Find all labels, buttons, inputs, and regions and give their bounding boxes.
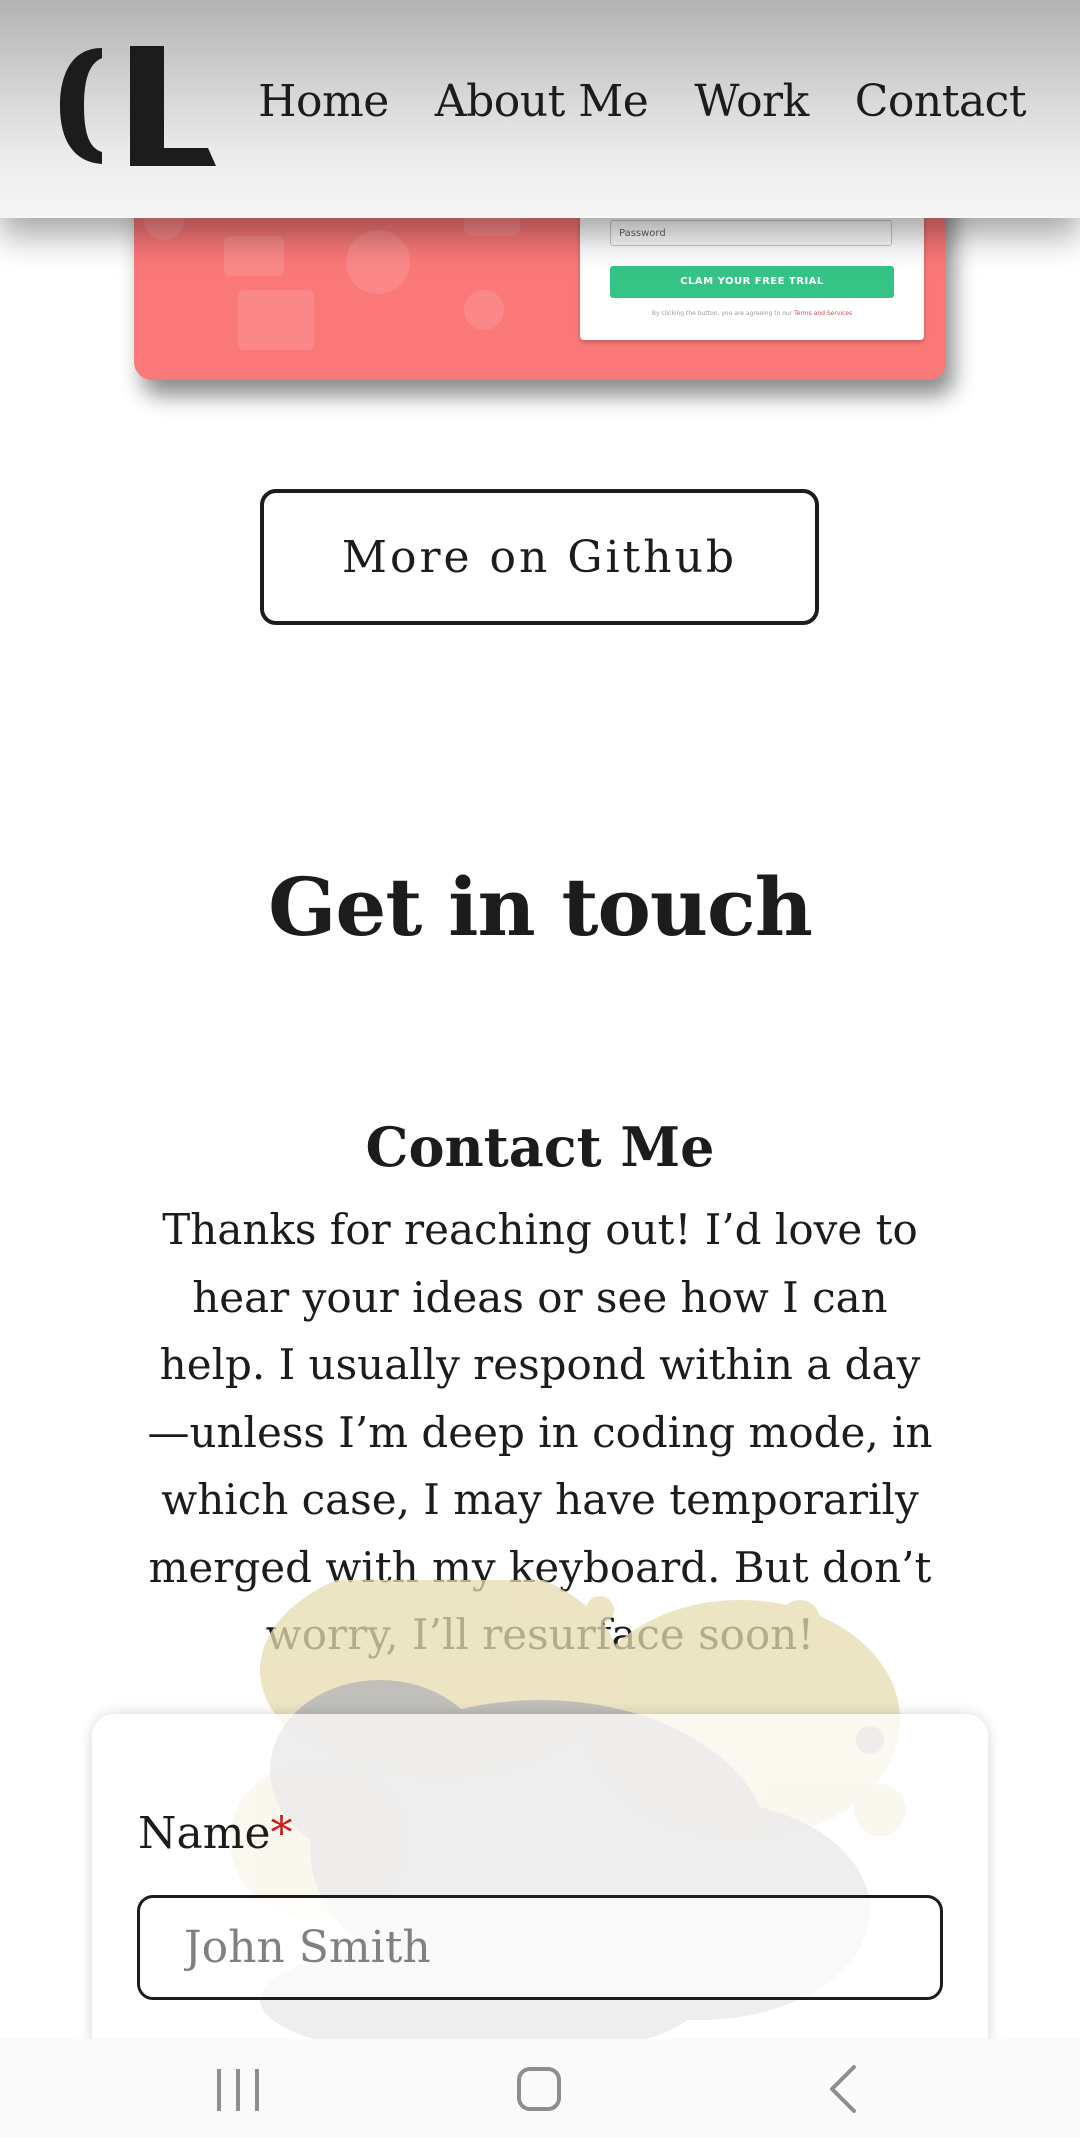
terms-link[interactable]: Terms and Services <box>794 310 852 317</box>
name-label: Name* <box>138 1808 293 1859</box>
main-nav: Home About Me Work Contact <box>258 76 1026 127</box>
logo-icon[interactable] <box>58 42 216 168</box>
decorative-shape <box>238 290 314 350</box>
contact-heading: Contact Me <box>365 1115 715 1179</box>
decorative-shape <box>224 236 284 276</box>
name-label-text: Name <box>138 1808 271 1859</box>
section-title: Get in touch <box>268 860 813 954</box>
required-mark: * <box>270 1808 293 1859</box>
nav-work-link[interactable]: Work <box>694 76 809 127</box>
system-navigation-bar <box>0 2039 1080 2138</box>
name-input[interactable] <box>137 1895 943 2000</box>
recents-icon[interactable] <box>193 2057 283 2121</box>
terms-note: By clicking the button, you are agreeing… <box>610 310 894 317</box>
nav-about-link[interactable]: About Me <box>435 76 649 127</box>
nav-home-link[interactable]: Home <box>258 76 389 127</box>
back-icon[interactable] <box>800 2057 890 2121</box>
decorative-shape <box>346 230 410 294</box>
nav-contact-link[interactable]: Contact <box>855 76 1027 127</box>
github-button[interactable]: More on Github <box>260 489 819 625</box>
site-header: Home About Me Work Contact <box>0 0 1080 218</box>
terms-prefix: By clicking the button, you are agreeing… <box>651 310 795 317</box>
password-field[interactable]: Password <box>610 220 892 246</box>
free-trial-button[interactable]: CLAM YOUR FREE TRIAL <box>610 266 894 298</box>
home-icon[interactable] <box>494 2057 584 2121</box>
decorative-shape <box>464 290 504 330</box>
